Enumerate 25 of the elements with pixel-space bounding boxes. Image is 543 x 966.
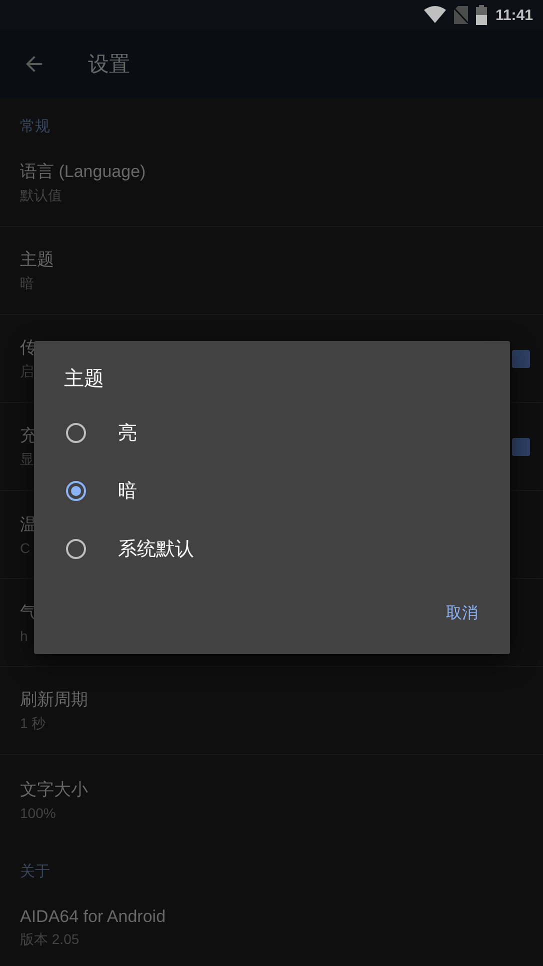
no-sim-icon	[454, 6, 468, 24]
item-title: 主题	[20, 249, 54, 271]
toolbar-title: 设置	[88, 52, 130, 78]
option-label: 系统默认	[118, 538, 194, 562]
item-title: 语言 (Language)	[20, 161, 146, 183]
radio-option[interactable]: 亮	[64, 404, 147, 462]
item-title: AIDA64 for Android	[20, 907, 166, 927]
wifi-icon	[424, 6, 446, 24]
radio-button[interactable]	[66, 539, 86, 559]
checkbox[interactable]	[512, 350, 530, 368]
section-header: 关于	[19, 862, 51, 882]
radio-button[interactable]	[66, 481, 86, 501]
dialog-title: 主题	[64, 367, 104, 392]
option-label: 暗	[118, 480, 137, 504]
cancel-button[interactable]: 取消	[438, 595, 486, 632]
item-title: 刷新周期	[20, 689, 88, 711]
status-time: 11:41	[495, 6, 533, 24]
section-header: 常规	[19, 117, 51, 137]
battery-icon	[476, 5, 488, 25]
radio-option[interactable]: 暗	[64, 462, 147, 520]
checkbox[interactable]	[512, 438, 530, 456]
option-label: 亮	[118, 422, 137, 446]
item-title: 文字大小	[20, 778, 88, 800]
radio-option[interactable]: 系统默认	[64, 520, 204, 578]
radio-button[interactable]	[66, 423, 86, 443]
